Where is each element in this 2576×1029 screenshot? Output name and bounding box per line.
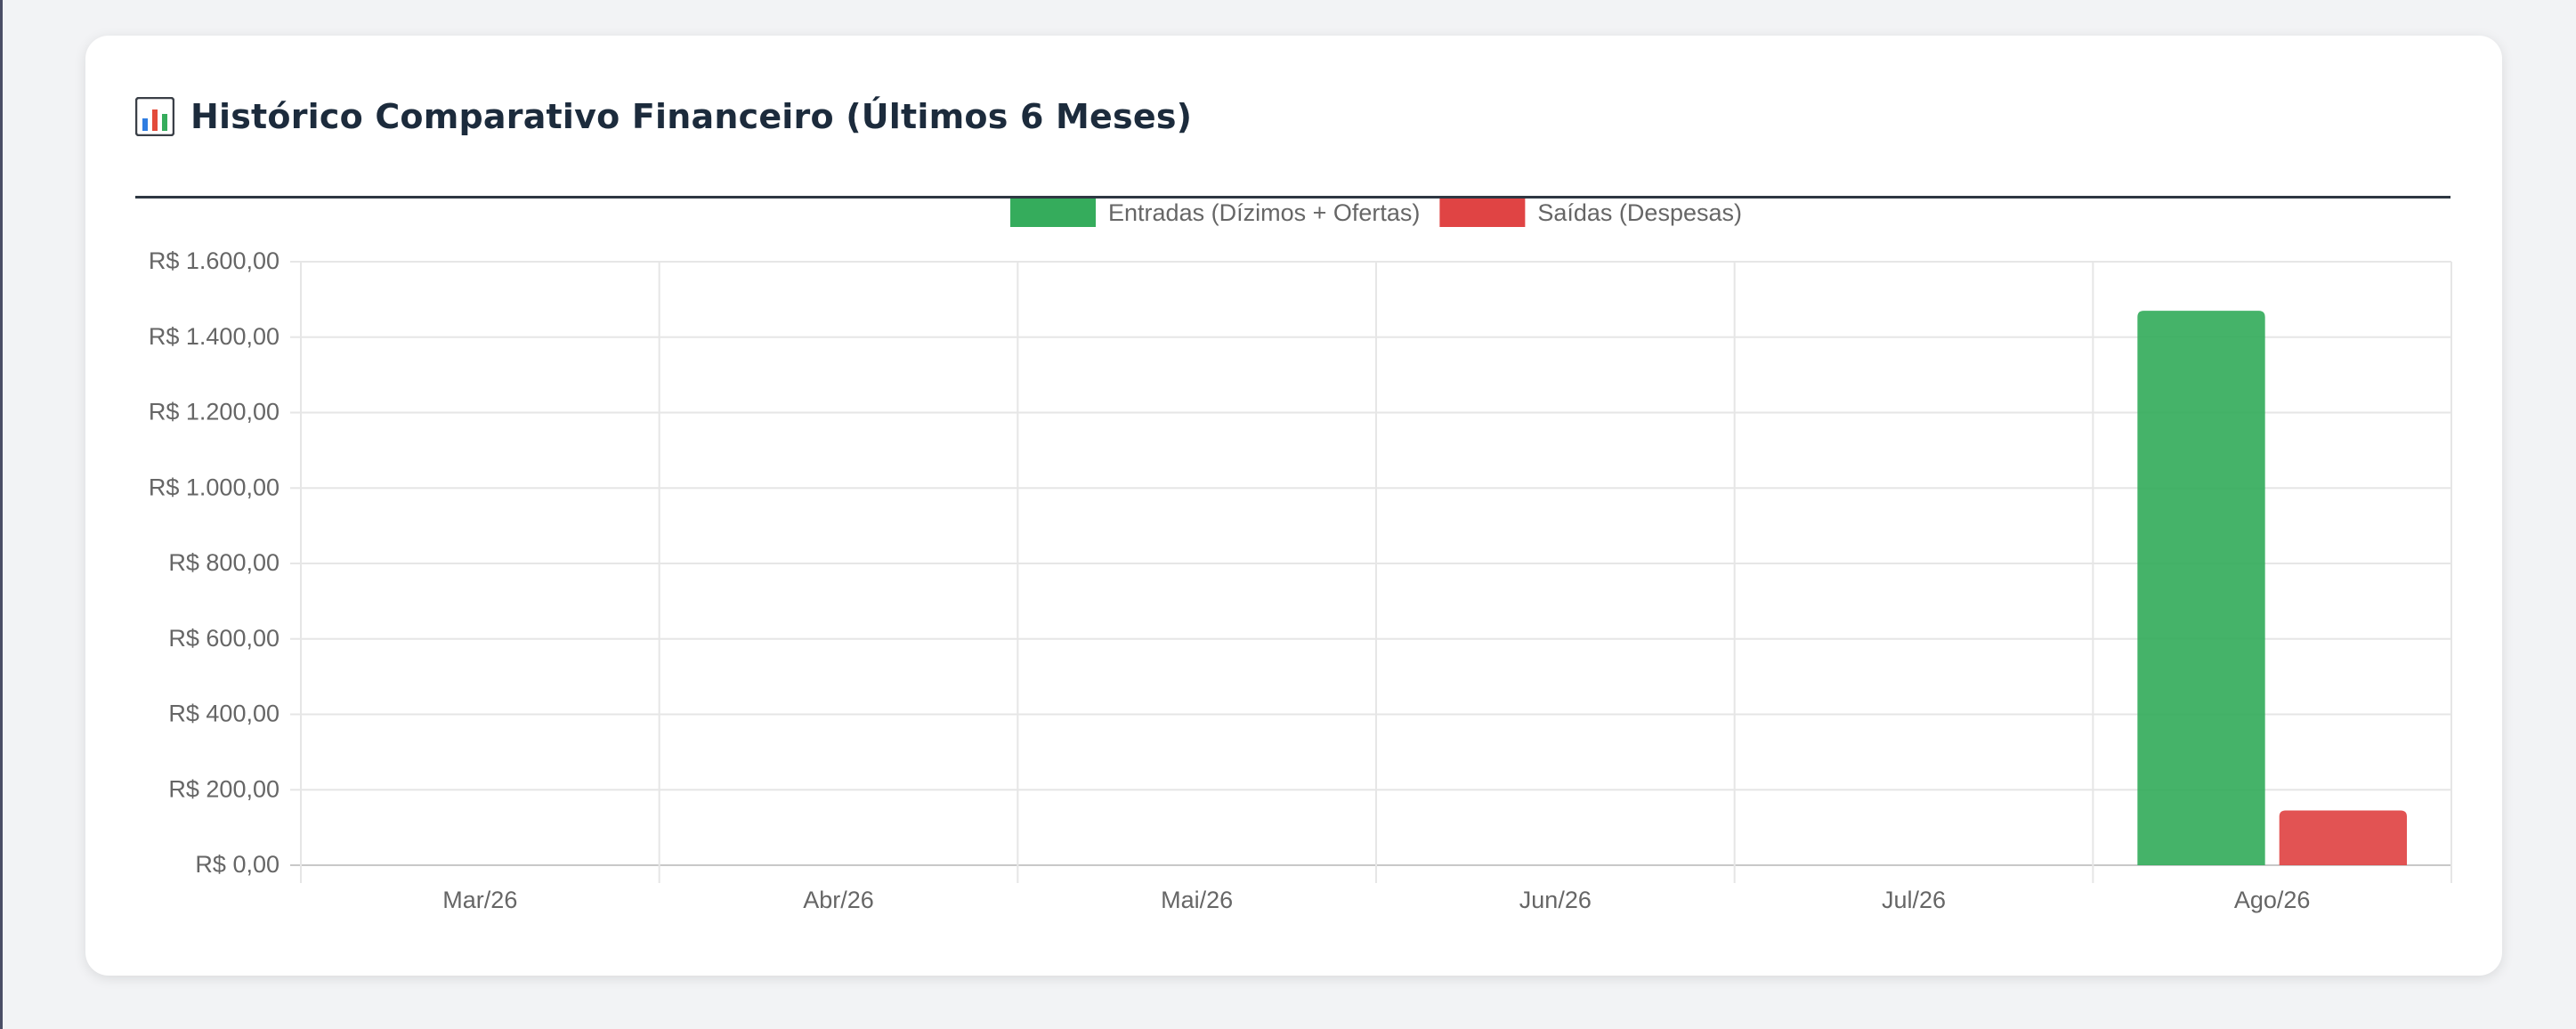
y-tick-label: R$ 400,00 [168, 701, 279, 727]
legend-label[interactable]: Saídas (Despesas) [1537, 199, 1742, 226]
x-tick-label: Mar/26 [442, 887, 517, 913]
bar-chart: R$ 0,00 R$ 200,00 R$ 400,00 R$ 600,00 R$ 800… [149, 199, 2452, 913]
y-tick-label: R$ 0,00 [195, 851, 279, 878]
y-tick-label: R$ 200,00 [168, 775, 279, 802]
y-tick-label: R$ 800,00 [168, 549, 279, 576]
bar[interactable] [2279, 810, 2407, 865]
x-tick-label: Abr/26 [803, 887, 874, 913]
legend-label[interactable]: Entradas (Dízimos + Ofertas) [1108, 199, 1420, 226]
x-tick-label: Jun/26 [1519, 887, 1592, 913]
x-tick-label: Ago/26 [2234, 887, 2311, 913]
x-tick-label: Jul/26 [1882, 887, 1946, 913]
y-tick-label: R$ 1.200,00 [149, 399, 279, 425]
window-left-edge [0, 0, 3, 1029]
legend-swatch[interactable] [1010, 199, 1097, 227]
y-tick-label: R$ 1.600,00 [149, 247, 279, 274]
bar[interactable] [2137, 311, 2265, 865]
y-tick-label: R$ 1.400,00 [149, 323, 279, 350]
financial-history-card: Histórico Comparativo Financeiro (Último… [85, 36, 2502, 976]
y-tick-label: R$ 1.000,00 [149, 474, 279, 500]
x-tick-label: Mai/26 [1161, 887, 1233, 913]
y-tick-label: R$ 600,00 [168, 625, 279, 652]
legend-swatch[interactable] [1439, 199, 1526, 227]
